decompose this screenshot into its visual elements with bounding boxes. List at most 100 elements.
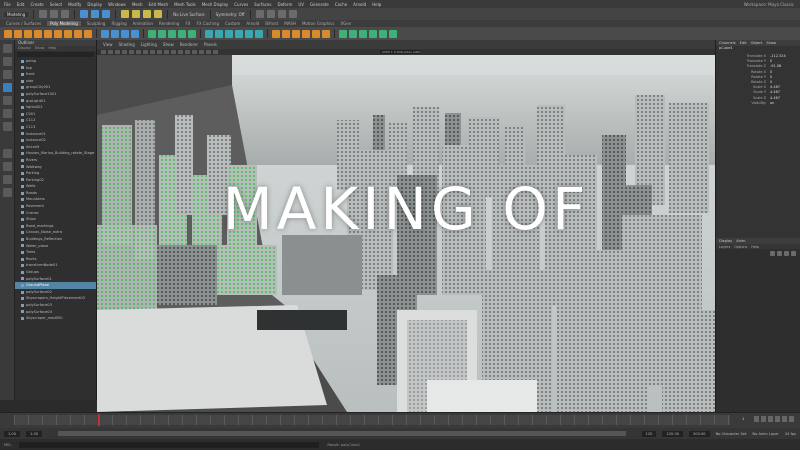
menu-help[interactable]: Help — [372, 2, 381, 7]
render-icon[interactable] — [255, 10, 264, 18]
shelf-tab-motion-graphics[interactable]: Motion Graphics — [302, 21, 335, 26]
uv-editor-icon[interactable] — [359, 29, 367, 38]
new-layer-selected-icon[interactable] — [777, 251, 782, 256]
outliner-item[interactable]: Walkway — [15, 164, 96, 171]
quad-draw-icon[interactable] — [302, 29, 310, 38]
combine-icon[interactable] — [148, 29, 156, 38]
current-frame-field[interactable]: 1 — [742, 417, 744, 421]
wireframe-icon[interactable] — [171, 50, 176, 54]
current-time-indicator[interactable] — [98, 414, 100, 426]
poly-plane-icon[interactable] — [54, 29, 62, 38]
boolean-icon[interactable] — [178, 29, 186, 38]
outliner-item[interactable]: polySurface1001 — [15, 91, 96, 98]
outliner-item[interactable]: C001 — [15, 111, 96, 118]
poly-torus-icon[interactable] — [44, 29, 52, 38]
outliner-item[interactable]: Rocks — [15, 256, 96, 263]
viewport-menu-view[interactable]: View — [103, 42, 113, 47]
poly-cube-icon[interactable] — [14, 29, 22, 38]
menu-edit[interactable]: Edit — [17, 2, 25, 7]
lights-icon[interactable] — [192, 50, 197, 54]
auto-uv-icon[interactable] — [349, 29, 357, 38]
shelf-tab-animation[interactable]: Animation — [133, 21, 153, 26]
time-slider[interactable]: 1 — [0, 412, 800, 428]
film-gate-icon[interactable] — [136, 50, 141, 54]
channel-attribute[interactable]: Visibility on — [716, 101, 800, 106]
offset-loop-icon[interactable] — [322, 29, 330, 38]
outliner-menu-display[interactable]: Display — [18, 46, 31, 51]
outliner-item[interactable]: polySurface02 — [15, 289, 96, 296]
move-layer-down-icon[interactable] — [791, 251, 796, 256]
poly-sphere-icon[interactable] — [4, 29, 12, 38]
planar-uv-icon[interactable] — [339, 29, 347, 38]
outliner-item[interactable]: side — [15, 78, 96, 85]
shelf-tab-bifrost[interactable]: Bifrost — [265, 21, 278, 26]
step-back-icon[interactable] — [761, 416, 766, 422]
grid-icon[interactable] — [129, 50, 134, 54]
time-ruler[interactable] — [14, 415, 730, 425]
live-surface-label[interactable]: No Live Surface — [173, 12, 204, 17]
character-set-dropdown[interactable]: No Character Set — [716, 432, 747, 436]
layer-menu-options[interactable]: Options — [734, 245, 747, 249]
outliner-search-input[interactable] — [17, 52, 94, 57]
outliner-item[interactable]: polySurface04 — [15, 309, 96, 316]
four-view-icon[interactable] — [2, 162, 12, 171]
menu-select[interactable]: Select — [50, 2, 62, 7]
camera-icon[interactable] — [101, 50, 106, 54]
single-view-icon[interactable] — [2, 149, 12, 158]
outliner-item[interactable]: Skyscrapers_HeightPlacement03 — [15, 295, 96, 302]
poly-pipe-icon[interactable] — [84, 29, 92, 38]
fill-hole-icon[interactable] — [245, 29, 253, 38]
snap-curve-icon[interactable] — [132, 10, 141, 18]
layout-uv-icon[interactable] — [379, 29, 387, 38]
viewport-menu-show[interactable]: Show — [163, 42, 174, 47]
ipr-render-icon[interactable] — [266, 10, 275, 18]
color-space-field[interactable]: ACES 1.0 SDR-video (sRGB) — [380, 50, 420, 54]
camera-attr-icon[interactable] — [108, 50, 113, 54]
outliner-item[interactable]: Roads — [15, 190, 96, 197]
outliner-item[interactable]: Water_plane — [15, 243, 96, 250]
menu-generate[interactable]: Generate — [310, 2, 329, 7]
menu-file[interactable]: File — [4, 2, 11, 7]
save-scene-icon[interactable] — [61, 10, 70, 18]
outliner-item[interactable]: Rivers — [15, 157, 96, 164]
play-forward-icon[interactable] — [775, 416, 780, 422]
target-weld-icon[interactable] — [282, 29, 290, 38]
menu-deform[interactable]: Deform — [277, 2, 292, 7]
start-time-field[interactable]: 1.00 — [4, 430, 21, 437]
bevel-icon[interactable] — [225, 29, 233, 38]
multi-cut-icon[interactable] — [272, 29, 280, 38]
svg-icon[interactable] — [131, 29, 139, 38]
go-to-end-icon[interactable] — [789, 416, 794, 422]
outliner-item[interactable]: Groups — [15, 269, 96, 276]
shadows-icon[interactable] — [199, 50, 204, 54]
separate-icon[interactable] — [158, 29, 166, 38]
menu-display[interactable]: Display — [87, 2, 102, 7]
outliner-item[interactable]: instance01 — [15, 131, 96, 138]
outliner-item[interactable]: GroundPlane — [15, 282, 96, 289]
outliner-item[interactable]: persp — [15, 58, 96, 65]
sweep-mesh-icon[interactable] — [111, 29, 119, 38]
outliner-item[interactable]: Pavement — [15, 203, 96, 210]
mirror-icon[interactable] — [188, 29, 196, 38]
outliner-item[interactable]: Road_markings — [15, 223, 96, 230]
script-language-label[interactable]: MEL — [4, 443, 11, 447]
gate-mask-icon[interactable] — [150, 50, 155, 54]
poly-cylinder-icon[interactable] — [24, 29, 32, 38]
fps-dropdown[interactable]: 24 fps — [785, 432, 796, 436]
menu-surfaces[interactable]: Surfaces — [254, 2, 271, 7]
hypershade-icon[interactable] — [288, 10, 297, 18]
outliner-item[interactable]: Trees — [15, 249, 96, 256]
outliner-item[interactable]: groupCity001 — [15, 84, 96, 91]
menu-cache[interactable]: Cache — [335, 2, 347, 7]
menu-uv[interactable]: UV — [298, 2, 304, 7]
connect-icon[interactable] — [292, 29, 300, 38]
shelf-tab-mash[interactable]: MASH — [284, 21, 296, 26]
shelf-tab-custom[interactable]: Custom — [225, 21, 240, 26]
xray-icon[interactable] — [213, 50, 218, 54]
outliner-item[interactable]: Houses_Marina_Building_rotate_Stage — [15, 150, 96, 157]
outliner-menu-help[interactable]: Help — [48, 46, 56, 51]
layer-menu-help[interactable]: Help — [751, 245, 759, 249]
open-scene-icon[interactable] — [50, 10, 59, 18]
select-component-icon[interactable] — [102, 10, 111, 18]
outliner-item[interactable]: Aircraft — [15, 144, 96, 151]
